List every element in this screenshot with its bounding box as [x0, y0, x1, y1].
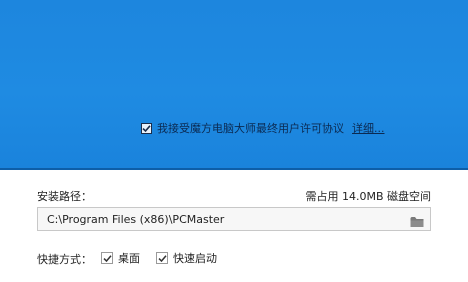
shortcut-label: 快捷方式： [37, 253, 92, 266]
disk-space-text: 需占用 14.0MB 磁盘空间 [305, 190, 431, 203]
shortcut-desktop-option[interactable]: 桌面 [101, 250, 140, 266]
agreement-checkbox[interactable] [141, 122, 152, 134]
desktop-checkbox[interactable] [101, 252, 113, 264]
quicklaunch-checkbox[interactable] [156, 252, 168, 264]
agreement-details-link[interactable]: 详细... [352, 120, 385, 136]
install-path-value[interactable]: C:\Program Files (x86)\PCMaster [47, 213, 224, 226]
banner-area: 我接受魔方电脑大师最终用户许可协议 详细... [0, 0, 468, 170]
desktop-option-label[interactable]: 桌面 [118, 250, 140, 266]
shortcut-quicklaunch-option[interactable]: 快速启动 [156, 250, 217, 266]
check-icon [142, 124, 151, 132]
license-agreement: 我接受魔方电脑大师最终用户许可协议 详细... [141, 121, 385, 135]
install-path-field[interactable]: C:\Program Files (x86)\PCMaster [37, 207, 431, 231]
agreement-text[interactable]: 我接受魔方电脑大师最终用户许可协议 [157, 120, 344, 136]
install-path-label: 安装路径： [37, 190, 92, 203]
check-icon [102, 254, 112, 262]
check-icon [157, 254, 167, 262]
quicklaunch-option-label[interactable]: 快速启动 [173, 250, 217, 266]
folder-icon[interactable] [410, 213, 424, 227]
